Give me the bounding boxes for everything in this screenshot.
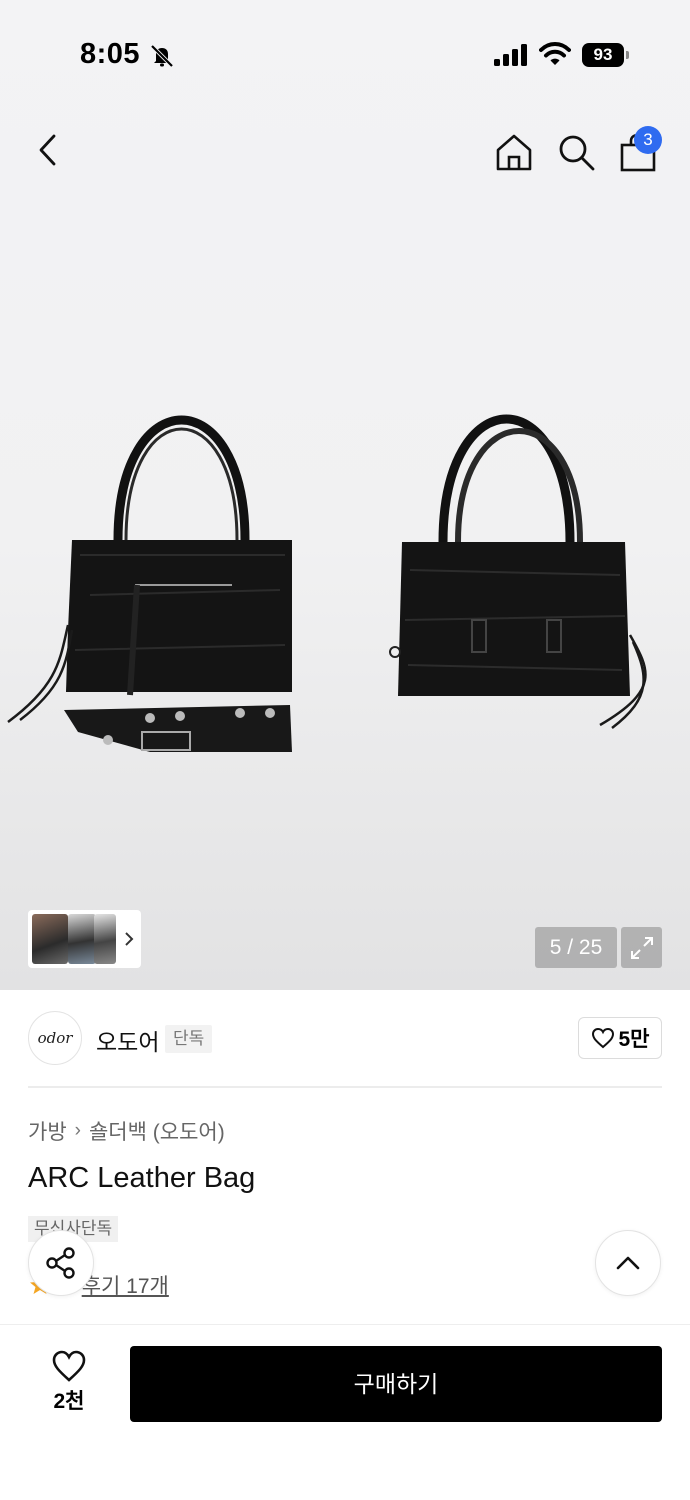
cart-count-badge: 3	[634, 126, 662, 154]
back-icon	[39, 134, 56, 166]
back-button[interactable]	[24, 126, 72, 174]
product-gallery[interactable]: 8:05 93 3 5 / 25	[0, 0, 690, 990]
search-icon	[559, 135, 595, 171]
brand-exclusive-badge: 단독	[165, 1025, 213, 1053]
style-thumbnails[interactable]	[28, 910, 141, 968]
home-button[interactable]	[490, 128, 538, 176]
brand-logo[interactable]: odor	[28, 1011, 82, 1065]
brand-row: odor 오도어 단독 5만	[28, 1011, 662, 1067]
product-title: ARC Leather Bag	[28, 1162, 256, 1194]
status-bar: 8:05 93	[0, 0, 690, 110]
breadcrumb-category[interactable]: 가방	[28, 1116, 67, 1146]
bottom-action-bar: 2천 구매하기	[0, 1324, 690, 1500]
thumbnail-image	[32, 914, 68, 964]
bell-off-icon	[150, 44, 174, 68]
image-page-counter: 5 / 25	[535, 927, 617, 968]
thumbnail-image	[68, 914, 96, 964]
buy-button[interactable]: 구매하기	[130, 1346, 662, 1422]
product-image[interactable]	[0, 380, 690, 760]
signal-icon	[494, 44, 527, 66]
brand-like-count: 5만	[618, 1028, 650, 1051]
scroll-to-top-button[interactable]	[595, 1230, 661, 1296]
brand-name[interactable]: 오도어	[96, 1023, 159, 1057]
share-icon	[46, 1247, 75, 1279]
chevron-right-icon: ›	[74, 1120, 81, 1141]
status-time: 8:05	[80, 38, 141, 70]
fullscreen-button[interactable]	[621, 927, 662, 968]
review-link[interactable]: 후기 17개	[82, 1270, 169, 1300]
thumbnail-image	[94, 914, 116, 964]
home-icon	[496, 134, 532, 171]
search-button[interactable]	[552, 128, 600, 176]
chevron-up-icon	[616, 1256, 640, 1270]
battery-level: 93	[582, 43, 624, 67]
wishlist-button[interactable]: 2천	[34, 1349, 104, 1419]
wishlist-count: 2천	[53, 1390, 85, 1413]
wifi-icon	[539, 42, 571, 65]
top-navigation	[0, 120, 690, 184]
breadcrumb: 가방 › 숄더백 (오도어)	[28, 1116, 225, 1146]
breadcrumb-subcategory[interactable]: 숄더백 (오도어)	[89, 1116, 225, 1146]
divider	[28, 1086, 662, 1088]
brand-like-button[interactable]: 5만	[578, 1017, 662, 1059]
heart-icon	[591, 1027, 614, 1049]
heart-icon	[52, 1350, 86, 1382]
share-button[interactable]	[28, 1230, 94, 1296]
expand-icon	[630, 936, 653, 959]
battery-cap	[626, 51, 629, 59]
battery-indicator: 93	[582, 43, 630, 67]
chevron-right-icon	[125, 932, 134, 946]
